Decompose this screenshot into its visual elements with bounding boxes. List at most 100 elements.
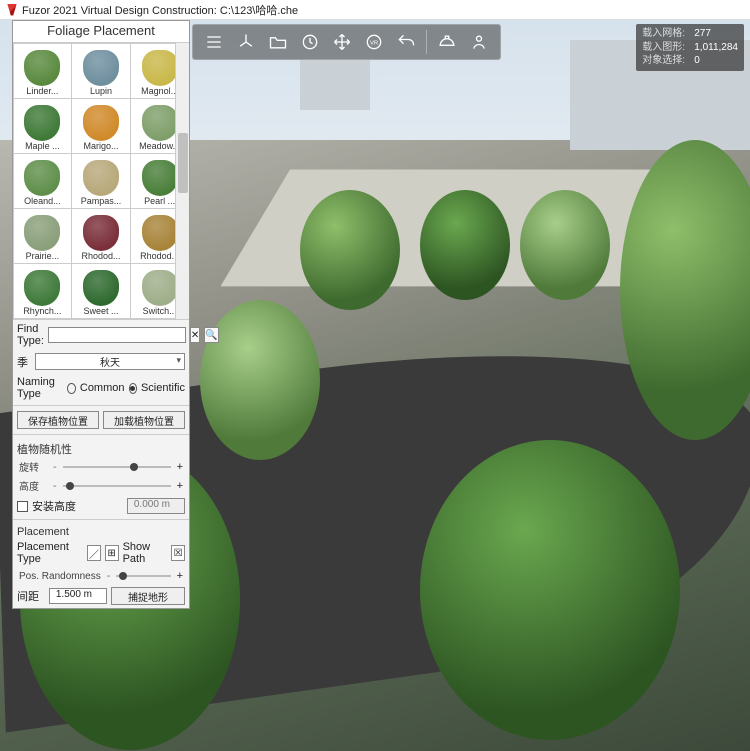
slider-minus: - (53, 480, 57, 492)
axes-icon[interactable] (231, 27, 261, 57)
move-icon[interactable] (327, 27, 357, 57)
save-positions-button[interactable]: 保存植物位置 (17, 411, 99, 429)
naming-common-radio[interactable] (67, 383, 75, 394)
placement-type-area-icon[interactable]: ⊞ (105, 545, 119, 561)
stats-key: 载入网格: (642, 27, 690, 41)
foliage-thumb[interactable]: Pampas... (71, 153, 131, 209)
season-select[interactable]: 秋天 (35, 353, 185, 370)
scene-tree (520, 190, 610, 300)
foliage-thumb-image (142, 160, 178, 196)
foliage-thumb-image (142, 50, 178, 86)
scene-building (300, 60, 370, 110)
rotation-slider[interactable] (63, 461, 171, 473)
foliage-thumb-image (142, 215, 178, 251)
foliage-thumb-image (24, 270, 60, 306)
scene-tree (300, 190, 400, 310)
foliage-thumb-image (24, 215, 60, 251)
foliage-thumb-image (83, 270, 119, 306)
menu-icon[interactable] (199, 27, 229, 57)
stats-row: 载入图形: 1,011,284 (642, 41, 738, 55)
scene-tree (200, 300, 320, 460)
season-label: 季 (17, 354, 31, 370)
placement-type-label: Placement Type (17, 541, 83, 565)
foliage-thumb-image (24, 50, 60, 86)
scene-tree (420, 440, 680, 740)
vr-icon[interactable]: VR (359, 27, 389, 57)
rotation-label: 旋转 (19, 459, 47, 474)
foliage-thumb[interactable]: Sweet ... (71, 263, 131, 319)
search-icon[interactable]: 🔍 (204, 327, 218, 343)
foliage-thumb-image (24, 105, 60, 141)
scrollbar[interactable] (175, 43, 189, 319)
install-height-value: 0.000 m (134, 499, 170, 510)
clear-icon[interactable]: ✕ (190, 327, 200, 343)
find-type-label: Find Type: (17, 323, 44, 347)
foliage-thumb[interactable]: Rhodod... (71, 208, 131, 264)
foliage-thumb-image (142, 270, 178, 306)
naming-scientific-label: Scientific (141, 382, 185, 394)
foliage-thumb-label: Linder... (16, 86, 70, 96)
slider-minus: - (53, 461, 57, 473)
spacing-value: 1.500 m (56, 589, 92, 600)
stats-value: 0 (694, 54, 700, 68)
install-height-checkbox[interactable] (17, 501, 28, 512)
height-label: 高度 (19, 478, 47, 493)
open-folder-icon[interactable] (263, 27, 293, 57)
svg-text:VR: VR (370, 41, 378, 47)
slider-minus: - (107, 570, 111, 582)
window-title: Fuzor 2021 Virtual Design Construction: … (22, 2, 298, 18)
hardhat-icon[interactable] (432, 27, 462, 57)
separator (13, 405, 189, 406)
foliage-thumb[interactable]: Rhynch... (13, 263, 72, 319)
slider-plus: + (177, 570, 183, 582)
pos-randomness-label: Pos. Randomness (19, 571, 101, 582)
spacing-input[interactable]: 1.500 m (49, 588, 107, 604)
foliage-thumb[interactable]: Linder... (13, 43, 72, 99)
show-path-toggle[interactable]: ☒ (171, 545, 185, 561)
foliage-thumb[interactable]: Lupin (71, 43, 131, 99)
foliage-thumb-image (83, 160, 119, 196)
3d-viewport[interactable]: Foliage Placement Linder...LupinMagnol..… (0, 20, 750, 751)
stats-key: 载入图形: (642, 41, 690, 55)
slider-plus: + (177, 461, 183, 473)
foliage-thumb-label: Maple ... (16, 141, 70, 151)
pos-randomness-slider[interactable] (116, 570, 170, 582)
panel-title: Foliage Placement (13, 21, 189, 42)
spacing-label: 间距 (17, 588, 45, 604)
window-titlebar: Fuzor 2021 Virtual Design Construction: … (0, 0, 750, 20)
foliage-thumb[interactable]: Maple ... (13, 98, 72, 154)
foliage-thumb-label: Sweet ... (74, 306, 128, 316)
clock-icon[interactable] (295, 27, 325, 57)
find-type-input[interactable] (48, 327, 186, 343)
foliage-thumb-label: Pampas... (74, 196, 128, 206)
foliage-thumb[interactable]: Marigo... (71, 98, 131, 154)
season-value: 秋天 (100, 358, 120, 369)
naming-common-label: Common (80, 382, 125, 394)
placement-title: Placement (13, 522, 189, 538)
placement-type-line-icon[interactable]: ／ (87, 545, 101, 561)
install-height-input[interactable]: 0.000 m (127, 498, 185, 514)
foliage-thumb-label: Oleand... (16, 196, 70, 206)
person-icon[interactable] (464, 27, 494, 57)
scrollbar-thumb[interactable] (178, 133, 188, 193)
viewport-toolbar: VR (192, 24, 501, 60)
foliage-thumb-label: Marigo... (74, 141, 128, 151)
foliage-thumb-image (24, 160, 60, 196)
foliage-thumb-image (83, 105, 119, 141)
naming-scientific-radio[interactable] (129, 383, 137, 394)
capture-terrain-button[interactable]: 捕捉地形 (111, 587, 185, 605)
app-logo-icon (6, 4, 18, 16)
slider-plus: + (177, 480, 183, 492)
randomness-title: 植物随机性 (13, 437, 189, 457)
stats-value: 1,011,284 (694, 41, 738, 55)
stats-value: 277 (694, 27, 711, 41)
foliage-thumb-scroll[interactable]: Linder...LupinMagnol...Maple ...Marigo..… (13, 42, 189, 320)
foliage-thumb-label: Rhynch... (16, 306, 70, 316)
show-path-label: Show Path (123, 541, 168, 565)
height-slider[interactable] (63, 480, 171, 492)
foliage-thumb[interactable]: Oleand... (13, 153, 72, 209)
foliage-thumb[interactable]: Prairie... (13, 208, 72, 264)
load-positions-button[interactable]: 加载植物位置 (103, 411, 185, 429)
foliage-thumb-image (83, 50, 119, 86)
undo-icon[interactable] (391, 27, 421, 57)
